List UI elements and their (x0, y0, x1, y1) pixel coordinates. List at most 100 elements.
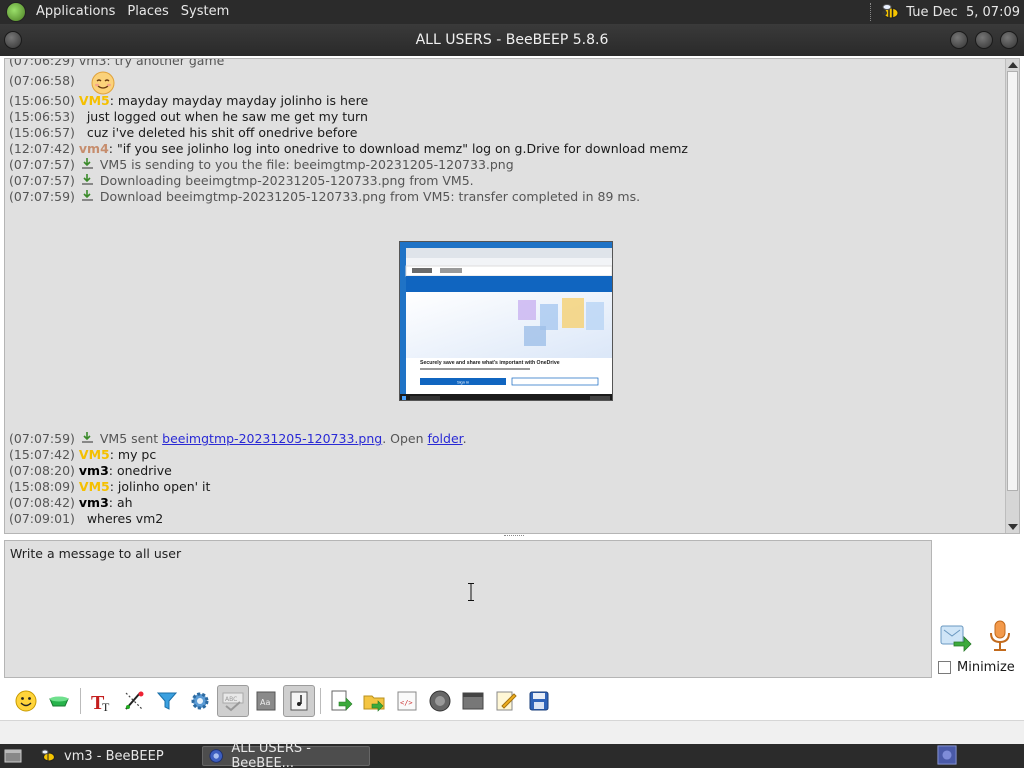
shared-screenshot-image[interactable]: Securely save and share what's important… (399, 241, 613, 401)
edit-icon (496, 691, 517, 711)
file-transfer-icon (81, 174, 93, 185)
system-message: Downloading beeimgtmp-20231205-120733.pn… (99, 173, 474, 188)
spellcheck-icon: ABC (222, 692, 244, 712)
onedrive-screenshot: Securely save and share what's important… (400, 242, 612, 400)
emoticon-button[interactable] (10, 685, 42, 717)
emoticon-icon (15, 690, 37, 712)
text-tools-icon (125, 691, 144, 710)
chat-line: (15:06:57) cuz i've deleted his shit off… (9, 125, 358, 140)
chat-line: (07:07:57) VM5 is sending to you the fil… (9, 157, 514, 172)
taskbar-item-all-users[interactable]: ALL USERS - BeeBEE... (202, 741, 370, 771)
smiley-emoji-icon (91, 71, 115, 95)
message-input[interactable]: Write a message to all user (4, 540, 932, 678)
beebeep-tray-icon[interactable] (880, 3, 900, 21)
chat-line: (12:07:42) vm4: "if you see jolinho log … (9, 141, 688, 156)
color-icon (49, 696, 69, 707)
clock[interactable]: Tue Dec 5, 07:09 (906, 5, 1020, 20)
edit-button[interactable] (490, 685, 522, 717)
close-window-button[interactable] (1000, 31, 1018, 49)
message-text: wheres vm2 (86, 511, 164, 526)
nickname[interactable]: VM5 (79, 93, 110, 108)
chat-line: (07:08:20) vm3: onedrive (9, 463, 172, 478)
file-link[interactable]: beeimgtmp-20231205-120733.png (162, 431, 382, 446)
font-icon: TT (91, 692, 110, 713)
nickname[interactable]: VM5 (79, 447, 110, 462)
scroll-up-arrow-icon[interactable] (1008, 62, 1018, 68)
settings-button[interactable] (184, 685, 216, 717)
note-icon (290, 691, 308, 711)
chat-view[interactable]: (07:06:29) vm3: try another game (07:06:… (4, 58, 1020, 534)
message-text: : mayday mayday mayday jolinho is here (109, 93, 369, 108)
system-logo-icon[interactable] (6, 2, 26, 22)
toolbar-separator (80, 688, 81, 714)
menu-places[interactable]: Places (121, 0, 174, 24)
text-tools-button[interactable] (118, 685, 150, 717)
color-button[interactable] (43, 685, 75, 717)
screenshot-button[interactable] (457, 685, 489, 717)
voice-message-button[interactable] (424, 685, 456, 717)
file-transfer-icon (81, 158, 93, 169)
save-icon (529, 691, 549, 711)
dictionary-button[interactable]: Aa (250, 685, 282, 717)
send-file-icon (331, 690, 353, 711)
message-text: : my pc (109, 447, 157, 462)
window-titlebar[interactable]: ALL USERS - BeeBEEP 5.8.6 (0, 24, 1024, 56)
timestamp: (07:06:58) (9, 73, 75, 88)
bottom-taskbar: vm3 - BeeBEEP ALL USERS - BeeBEE... (0, 741, 1024, 771)
dictionary-icon: Aa (256, 691, 276, 711)
nickname[interactable]: vm4 (79, 141, 109, 156)
settings-icon (191, 692, 209, 710)
beebeep-chat-icon (209, 749, 223, 763)
screenshot-icon (462, 692, 484, 710)
voice-icon (429, 690, 451, 712)
menu-applications[interactable]: Applications (30, 0, 121, 24)
chat-line: (15:07:42) VM5: my pc (9, 447, 157, 462)
message-input-placeholder: Write a message to all user (10, 546, 182, 561)
scroll-down-arrow-icon[interactable] (1008, 524, 1018, 530)
message-text: : jolinho open' it (109, 479, 211, 494)
menu-system[interactable]: System (175, 0, 235, 24)
note-button[interactable] (283, 685, 315, 717)
nickname[interactable]: vm3 (79, 463, 109, 478)
show-desktop-icon[interactable] (2, 746, 24, 766)
file-transfer-icon (81, 190, 93, 201)
nickname[interactable]: vm3 (79, 495, 109, 510)
window-menu-button[interactable] (4, 31, 22, 49)
chat-line: (15:08:09) VM5: jolinho open' it (9, 479, 211, 494)
send-file-button[interactable] (325, 685, 357, 717)
message-text: : onedrive (108, 463, 172, 478)
message-text: cuz i've deleted his shit off onedrive b… (86, 125, 358, 140)
folder-link[interactable]: folder (428, 431, 463, 446)
minimize-checkbox-row[interactable]: Minimize (938, 660, 1015, 675)
chat-scrollbar[interactable] (1005, 59, 1019, 533)
chat-line-clipped: (07:06:29) vm3: try another game (9, 58, 225, 68)
system-message: VM5 is sending to you the file: beeimgtm… (99, 157, 514, 172)
svg-text:</>: </> (400, 699, 413, 707)
nickname[interactable]: VM5 (79, 479, 110, 494)
font-button[interactable]: TT (85, 685, 117, 717)
system-message: Download beeimgtmp-20231205-120733.png f… (99, 189, 641, 204)
minimize-window-button[interactable] (950, 31, 968, 49)
filter-button[interactable] (151, 685, 183, 717)
microphone-icon[interactable] (988, 620, 1012, 652)
save-button[interactable] (523, 685, 555, 717)
svg-text:Aa: Aa (260, 698, 270, 707)
minimize-checkbox[interactable] (938, 661, 951, 674)
status-bar (0, 720, 1024, 744)
message-text: just logged out when he saw me get my tu… (86, 109, 368, 124)
chat-splitter-handle[interactable] (4, 535, 1020, 539)
workspace-switcher-icon[interactable] (936, 745, 958, 765)
minimize-label: Minimize (957, 660, 1015, 675)
chat-line: (07:07:59) Download beeimgtmp-20231205-1… (9, 189, 641, 204)
spellcheck-button[interactable]: ABC (217, 685, 249, 717)
send-folder-button[interactable] (358, 685, 390, 717)
file-transfer-icon (81, 432, 93, 443)
code-icon: </> (397, 691, 417, 711)
taskbar-item-vm3[interactable]: vm3 - BeeBEEP (34, 746, 200, 766)
code-button[interactable]: </> (391, 685, 423, 717)
send-message-icon[interactable] (940, 622, 972, 652)
chat-line: (07:09:01) wheres vm2 (9, 511, 164, 526)
maximize-window-button[interactable] (975, 31, 993, 49)
chat-line: (15:06:53) just logged out when he saw m… (9, 109, 368, 124)
scrollbar-thumb[interactable] (1007, 71, 1018, 491)
